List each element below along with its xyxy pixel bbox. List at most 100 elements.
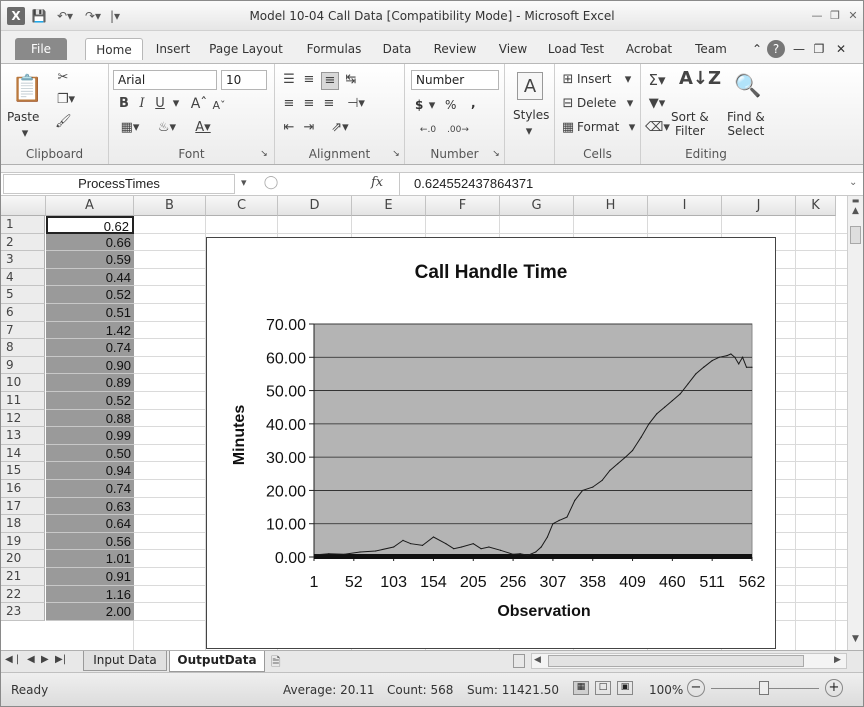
horizontal-scrollbar[interactable]: ◀ ▶ xyxy=(531,653,847,669)
increase-decimal-icon[interactable]: ←.0 xyxy=(415,122,441,138)
currency-dropdown-icon[interactable]: ▾ xyxy=(427,98,437,114)
wrap-text-icon[interactable]: ↹ xyxy=(343,72,359,88)
minimize-ribbon-icon[interactable]: ⌃ xyxy=(749,38,765,60)
tab-formulas[interactable]: Formulas xyxy=(299,38,369,60)
row-header[interactable]: 20 xyxy=(1,550,45,568)
name-box[interactable]: ProcessTimes xyxy=(3,174,235,194)
vertical-scrollbar[interactable]: ▬ ▲ ▼ xyxy=(847,196,863,650)
scroll-up-icon[interactable]: ▲ xyxy=(849,206,862,220)
cell-a[interactable]: 0.44 xyxy=(46,268,134,287)
align-middle-icon[interactable]: ≡ xyxy=(301,72,317,88)
sheet-nav-first-icon[interactable]: ◀| xyxy=(5,654,22,665)
find-select-button[interactable]: Find & Select xyxy=(727,110,765,138)
borders-icon[interactable]: ▦▾ xyxy=(117,120,143,136)
tab-acrobat[interactable]: Acrobat xyxy=(619,38,679,60)
cell-a[interactable]: 1.01 xyxy=(46,550,134,568)
close-icon[interactable]: ✕ xyxy=(845,9,861,23)
row-header[interactable]: 19 xyxy=(1,532,45,551)
font-color-icon[interactable]: A▾ xyxy=(189,120,217,136)
row-header[interactable]: 7 xyxy=(1,321,45,340)
row-header[interactable]: 16 xyxy=(1,480,45,498)
column-header[interactable]: C xyxy=(206,196,278,216)
italic-icon[interactable]: I xyxy=(135,96,149,112)
tab-view[interactable]: View xyxy=(493,38,533,60)
scroll-down-icon[interactable]: ▼ xyxy=(849,634,862,648)
tab-insert[interactable]: Insert xyxy=(147,38,199,60)
row-header[interactable]: 13 xyxy=(1,427,45,445)
workbook-minimize-icon[interactable]: — xyxy=(791,38,807,60)
workbook-close-icon[interactable]: ✕ xyxy=(833,38,849,60)
align-bottom-icon[interactable]: ≡ xyxy=(321,72,339,90)
tab-review[interactable]: Review xyxy=(429,38,481,60)
column-header[interactable]: B xyxy=(134,196,206,216)
row-header[interactable]: 8 xyxy=(1,339,45,357)
autosum-icon[interactable]: Σ▾ xyxy=(645,72,669,88)
decrease-indent-icon[interactable]: ⇤ xyxy=(281,120,297,136)
comma-button[interactable]: , xyxy=(471,96,476,110)
minimize-icon[interactable]: — xyxy=(809,9,825,23)
cell-a[interactable]: 0.66 xyxy=(46,233,134,252)
name-box-dropdown-icon[interactable]: ▾ xyxy=(241,176,255,189)
row-header[interactable]: 3 xyxy=(1,251,45,269)
paste-icon[interactable]: 📋 xyxy=(11,72,43,106)
tab-data[interactable]: Data xyxy=(377,38,417,60)
underline-dropdown-icon[interactable]: ▾ xyxy=(171,96,181,112)
cell-a[interactable]: 0.90 xyxy=(46,356,134,375)
insert-function-icon[interactable]: fx xyxy=(371,175,391,190)
column-header[interactable]: G xyxy=(500,196,574,216)
cell-a[interactable]: 0.52 xyxy=(46,286,134,304)
insert-cells-icon[interactable]: ⊞ xyxy=(561,72,575,88)
insert-button[interactable]: Insert xyxy=(577,72,611,86)
tab-home[interactable]: Home xyxy=(85,38,143,60)
clear-icon[interactable]: ⌫▾ xyxy=(645,120,670,136)
cell-a[interactable]: 0.91 xyxy=(46,568,134,586)
column-header[interactable]: I xyxy=(648,196,722,216)
copy-icon[interactable]: ❐▾ xyxy=(55,92,77,108)
horizontal-scroll-thumb[interactable] xyxy=(548,655,804,667)
underline-icon[interactable]: U xyxy=(153,96,167,112)
split-box-icon[interactable]: ▬ xyxy=(849,196,862,206)
page-break-view-icon[interactable]: ▣ xyxy=(617,681,633,695)
orientation-icon[interactable]: ⇗▾ xyxy=(327,120,353,136)
column-header[interactable]: D xyxy=(278,196,352,216)
row-header[interactable]: 23 xyxy=(1,603,45,621)
cell-a[interactable]: 1.42 xyxy=(46,321,134,340)
font-name-combo[interactable]: Arial xyxy=(113,70,217,90)
tab-load-test[interactable]: Load Test xyxy=(541,38,611,60)
cell-a[interactable]: 0.64 xyxy=(46,515,134,533)
zoom-in-icon[interactable]: + xyxy=(825,679,843,697)
fill-color-icon[interactable]: ♨▾ xyxy=(153,120,181,136)
chart-call-handle-time[interactable]: Call Handle Time Observation Minutes 0.0… xyxy=(206,237,776,649)
styles-button[interactable]: Styles xyxy=(513,108,549,122)
cell-a[interactable]: 0.99 xyxy=(46,427,134,445)
align-left-icon[interactable]: ≡ xyxy=(281,96,297,112)
sheet-nav-prev-icon[interactable]: ◀ xyxy=(27,654,35,665)
row-header[interactable]: 21 xyxy=(1,568,45,586)
row-header[interactable]: 10 xyxy=(1,374,45,392)
row-header[interactable]: 5 xyxy=(1,286,45,304)
scroll-right-icon[interactable]: ▶ xyxy=(834,655,841,665)
row-header[interactable]: 11 xyxy=(1,392,45,410)
row-header[interactable]: 22 xyxy=(1,585,45,604)
decrease-decimal-icon[interactable]: .00→ xyxy=(445,122,471,138)
cut-icon[interactable]: ✂ xyxy=(55,70,71,86)
paste-dropdown-icon[interactable]: ▾ xyxy=(19,126,31,142)
normal-view-icon[interactable]: ▦ xyxy=(573,681,589,695)
cell-a[interactable]: 0.51 xyxy=(46,304,134,322)
vertical-scroll-thumb[interactable] xyxy=(850,226,861,244)
row-header[interactable]: 15 xyxy=(1,462,45,480)
font-size-combo[interactable]: 10 xyxy=(221,70,267,90)
select-all-corner[interactable] xyxy=(1,196,46,216)
row-header[interactable]: 14 xyxy=(1,444,45,463)
expand-formula-bar-icon[interactable]: ⌄ xyxy=(849,177,861,188)
tab-team[interactable]: Team xyxy=(689,38,733,60)
grow-font-icon[interactable]: Aˆ xyxy=(189,96,209,112)
cell-a[interactable]: 0.89 xyxy=(46,374,134,392)
row-header[interactable]: 2 xyxy=(1,233,45,252)
cell-a[interactable]: 0.56 xyxy=(46,532,134,551)
row-header[interactable]: 4 xyxy=(1,268,45,287)
cell-a[interactable]: 0.94 xyxy=(46,462,134,480)
paste-button[interactable]: Paste xyxy=(7,110,39,124)
zoom-out-icon[interactable]: − xyxy=(687,679,705,697)
tab-file[interactable]: File xyxy=(15,38,67,60)
